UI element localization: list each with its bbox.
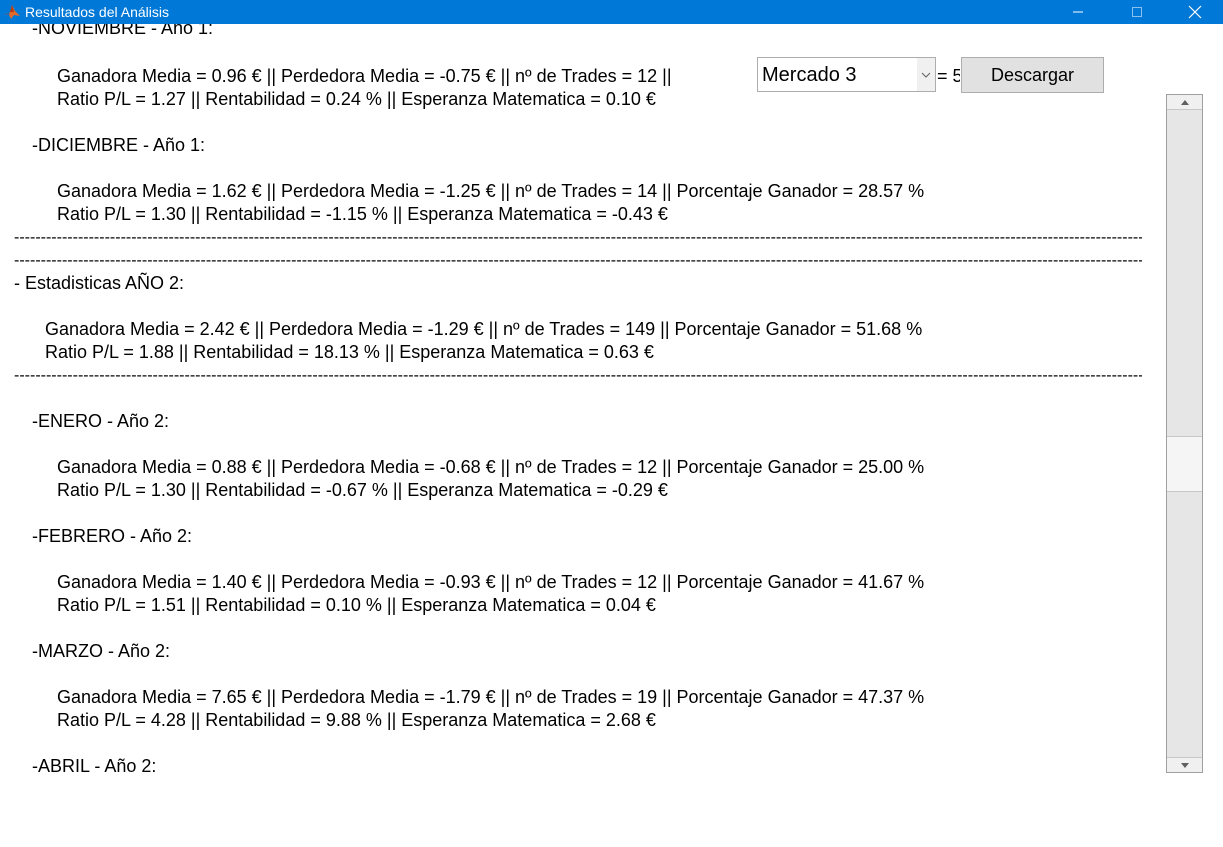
marzo-2-stats-line2: Ratio P/L = 4.28 || Rentabilidad = 9.88 … bbox=[57, 710, 656, 730]
febrero-2-stats-line2: Ratio P/L = 1.51 || Rentabilidad = 0.10 … bbox=[57, 595, 656, 615]
close-icon bbox=[1188, 5, 1202, 19]
enero-2-stats-line1: Ganadora Media = 0.88 € || Perdedora Med… bbox=[57, 457, 925, 477]
scroll-up-icon bbox=[1180, 99, 1189, 105]
maximize-button[interactable] bbox=[1114, 0, 1160, 24]
market-dropdown-value: Mercado 3 bbox=[762, 64, 857, 86]
abril-2-heading: -ABRIL - Año 2: bbox=[32, 756, 157, 776]
title-bar: Resultados del Análisis bbox=[0, 0, 1223, 24]
close-button[interactable] bbox=[1172, 0, 1218, 24]
separator-line: ----------------------------------------… bbox=[14, 229, 1142, 246]
enero-2-stats-line2: Ratio P/L = 1.30 || Rentabilidad = -0.67… bbox=[57, 480, 668, 500]
separator-line: ----------------------------------------… bbox=[14, 252, 1142, 269]
scroll-down-button[interactable] bbox=[1167, 757, 1202, 772]
marzo-2-heading: -MARZO - Año 2: bbox=[32, 641, 171, 661]
scroll-down-icon bbox=[1180, 762, 1189, 768]
obscured-stat-text: = 5 bbox=[937, 66, 960, 86]
year-2-heading: - Estadisticas AÑO 2: bbox=[14, 273, 185, 293]
scroll-up-button[interactable] bbox=[1167, 95, 1202, 110]
vertical-scrollbar[interactable] bbox=[1166, 94, 1203, 773]
diciembre-1-stats-line1: Ganadora Media = 1.62 € || Perdedora Med… bbox=[57, 181, 925, 201]
minimize-icon bbox=[1073, 11, 1083, 13]
maximize-icon bbox=[1132, 7, 1142, 17]
year-2-stats-line2: Ratio P/L = 1.88 || Rentabilidad = 18.13… bbox=[45, 342, 654, 362]
matlab-icon bbox=[3, 3, 21, 21]
download-button[interactable]: Descargar bbox=[961, 57, 1104, 93]
separator-line: ----------------------------------------… bbox=[14, 367, 1142, 384]
scrollbar-thumb[interactable] bbox=[1167, 436, 1202, 492]
noviembre-1-heading: -NOVIEMBRE - Año 1: bbox=[32, 24, 214, 38]
window-title: Resultados del Análisis bbox=[25, 4, 169, 20]
noviembre-1-stats-line1: Ganadora Media = 0.96 € || Perdedora Med… bbox=[57, 66, 672, 86]
enero-2-heading: -ENERO - Año 2: bbox=[32, 411, 170, 431]
marzo-2-stats-line1: Ganadora Media = 7.65 € || Perdedora Med… bbox=[57, 687, 925, 707]
diciembre-1-stats-line2: Ratio P/L = 1.30 || Rentabilidad = -1.15… bbox=[57, 204, 668, 224]
febrero-2-heading: -FEBRERO - Año 2: bbox=[32, 526, 193, 546]
market-dropdown[interactable]: Mercado 3 bbox=[757, 57, 936, 92]
results-text-area[interactable]: -NOVIEMBRE - Año 1: Ganadora Media = 0.9… bbox=[0, 24, 1165, 847]
febrero-2-stats-line1: Ganadora Media = 1.40 € || Perdedora Med… bbox=[57, 572, 925, 592]
chevron-down-icon bbox=[917, 58, 935, 91]
noviembre-1-stats-line2: Ratio P/L = 1.27 || Rentabilidad = 0.24 … bbox=[57, 89, 656, 109]
minimize-button[interactable] bbox=[1055, 0, 1101, 24]
diciembre-1-heading: -DICIEMBRE - Año 1: bbox=[32, 135, 206, 155]
year-2-stats-line1: Ganadora Media = 2.42 € || Perdedora Med… bbox=[45, 319, 923, 339]
